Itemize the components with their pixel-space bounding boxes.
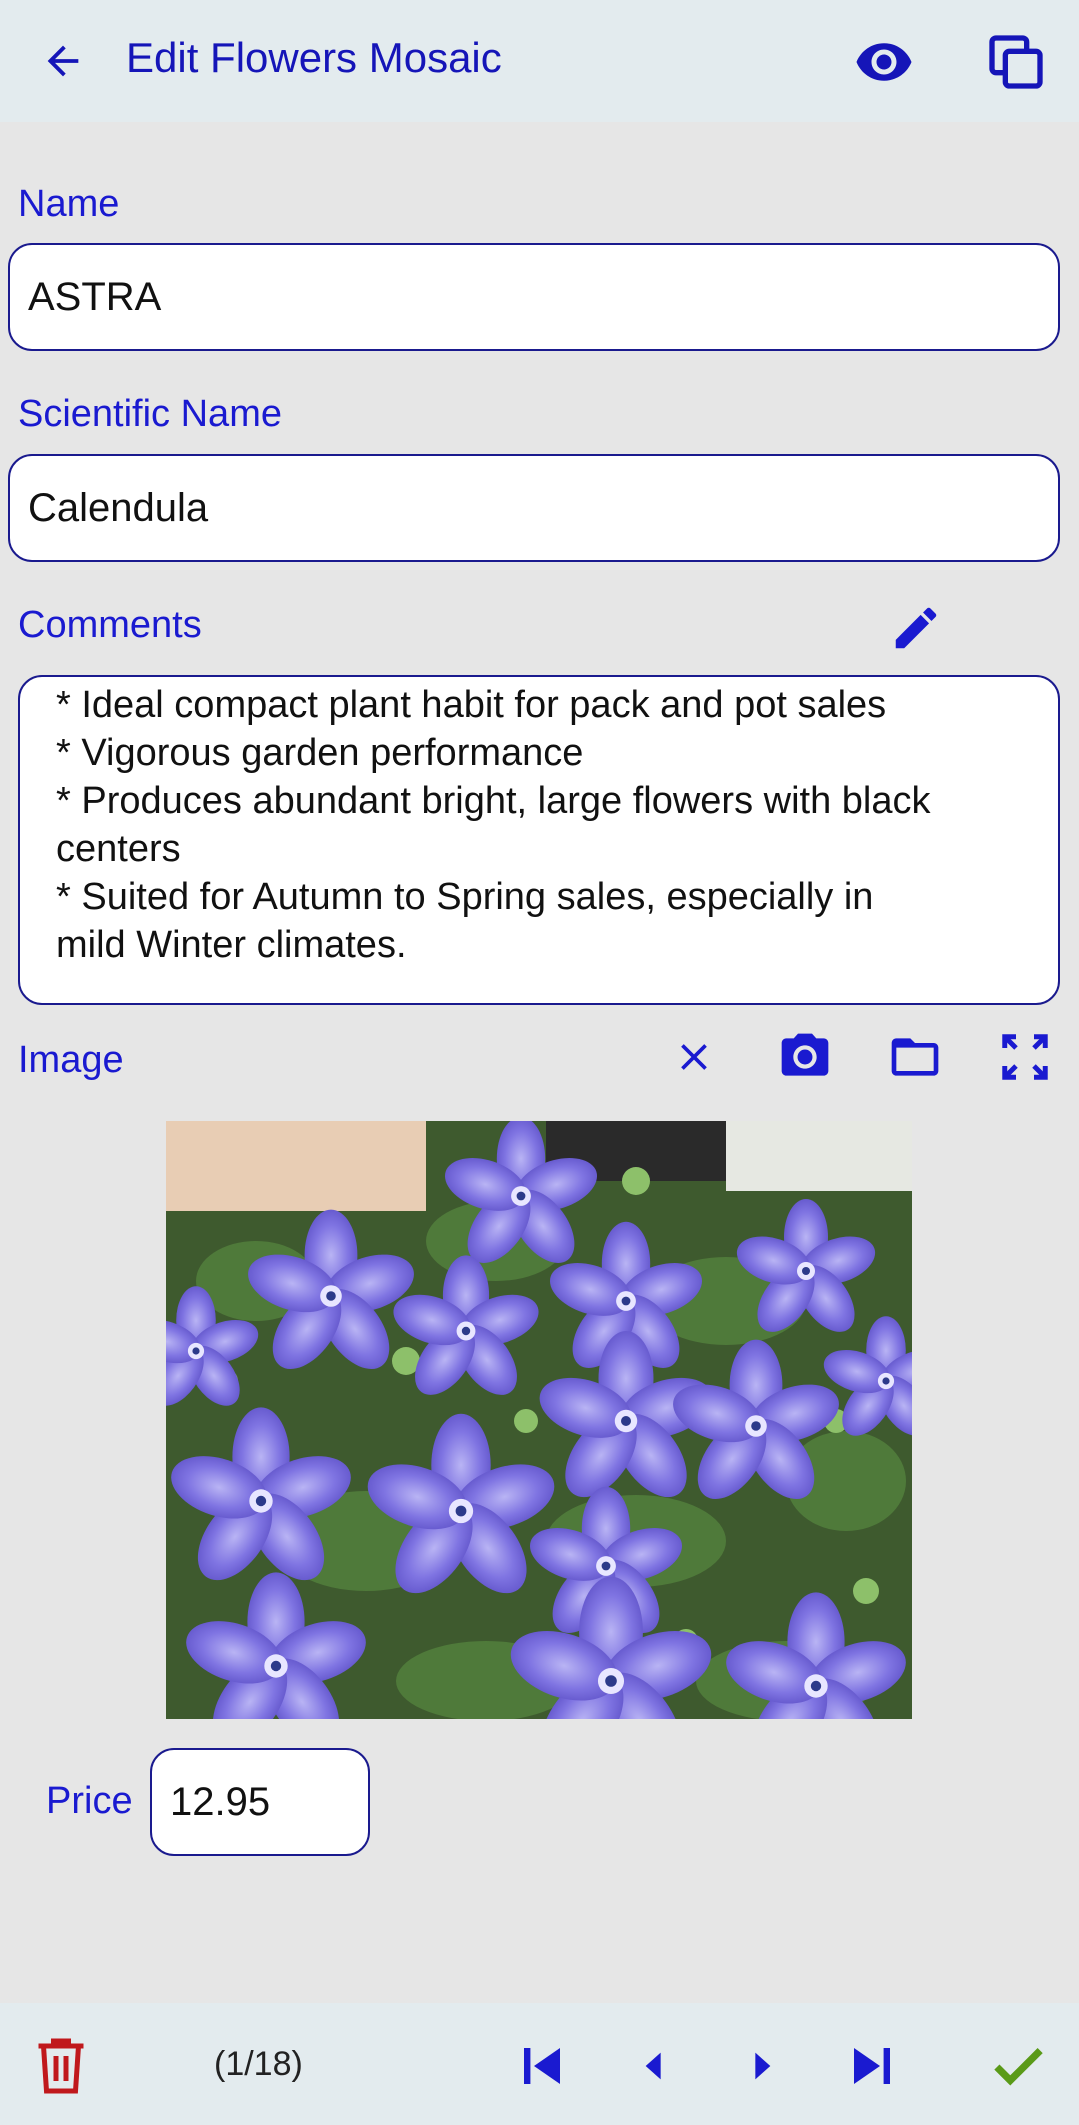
record-counter: (1/18) — [214, 2045, 303, 2083]
comment-line: * Ideal compact plant habit for pack and… — [56, 684, 887, 726]
scientific-name-value: Calendula — [28, 485, 209, 530]
delete-button[interactable] — [28, 2030, 94, 2102]
comment-line: * Vigorous garden performance — [56, 732, 584, 774]
fullscreen-icon — [1002, 1034, 1048, 1080]
scientific-name-input[interactable]: Calendula — [8, 454, 1060, 562]
app-bar: Edit Flowers Mosaic — [0, 0, 1079, 122]
eye-icon — [856, 43, 912, 81]
chevron-left-icon — [645, 2052, 661, 2080]
comments-textarea[interactable]: * Ideal compact plant habit for pack and… — [18, 675, 1060, 1005]
comment-line: * Suited for Autumn to Spring sales, esp… — [56, 876, 874, 918]
trash-icon — [38, 2038, 84, 2094]
name-input[interactable]: ASTRA — [8, 243, 1060, 351]
close-icon — [681, 1044, 707, 1070]
previous-record-button[interactable] — [626, 2034, 682, 2098]
flower-photo — [166, 1121, 912, 1719]
image-label: Image — [18, 1039, 124, 1081]
comment-line: mild Winter climates. — [56, 924, 407, 966]
chevron-right-icon — [755, 2052, 771, 2080]
arrow-back-icon — [47, 45, 79, 77]
name-label: Name — [18, 183, 120, 225]
back-button[interactable] — [30, 28, 96, 94]
first-record-button[interactable] — [512, 2034, 572, 2098]
price-input[interactable]: 12.95 — [150, 1748, 370, 1856]
page-title: Edit Flowers Mosaic — [126, 34, 502, 81]
pencil-icon — [895, 607, 937, 649]
copy-button[interactable] — [980, 26, 1052, 98]
price-label: Price — [46, 1780, 133, 1822]
comment-line: centers — [56, 828, 181, 870]
last-record-button[interactable] — [842, 2034, 902, 2098]
preview-button[interactable] — [848, 26, 920, 98]
flower-image[interactable] — [166, 1121, 912, 1719]
comment-line: * Produces abundant bright, large flower… — [56, 780, 931, 822]
folder-icon — [891, 1038, 939, 1076]
camera-icon — [781, 1033, 829, 1076]
save-button[interactable] — [982, 2030, 1054, 2102]
camera-button[interactable] — [774, 1026, 836, 1088]
skip-last-icon — [854, 2048, 890, 2084]
name-value: ASTRA — [28, 274, 162, 319]
scientific-name-label: Scientific Name — [18, 393, 282, 435]
check-icon — [994, 2047, 1043, 2086]
fullscreen-button[interactable] — [994, 1026, 1056, 1088]
next-record-button[interactable] — [734, 2034, 790, 2098]
price-value: 12.95 — [170, 1779, 271, 1824]
edit-comments-button[interactable] — [884, 596, 948, 660]
comments-label: Comments — [18, 604, 202, 646]
clear-image-button[interactable] — [666, 1026, 722, 1088]
app: Edit Flowers Mosaic Name ASTRA Scientifi… — [0, 0, 1079, 2125]
folder-button[interactable] — [884, 1026, 946, 1088]
copy-icon — [989, 35, 1043, 89]
skip-first-icon — [524, 2048, 560, 2084]
